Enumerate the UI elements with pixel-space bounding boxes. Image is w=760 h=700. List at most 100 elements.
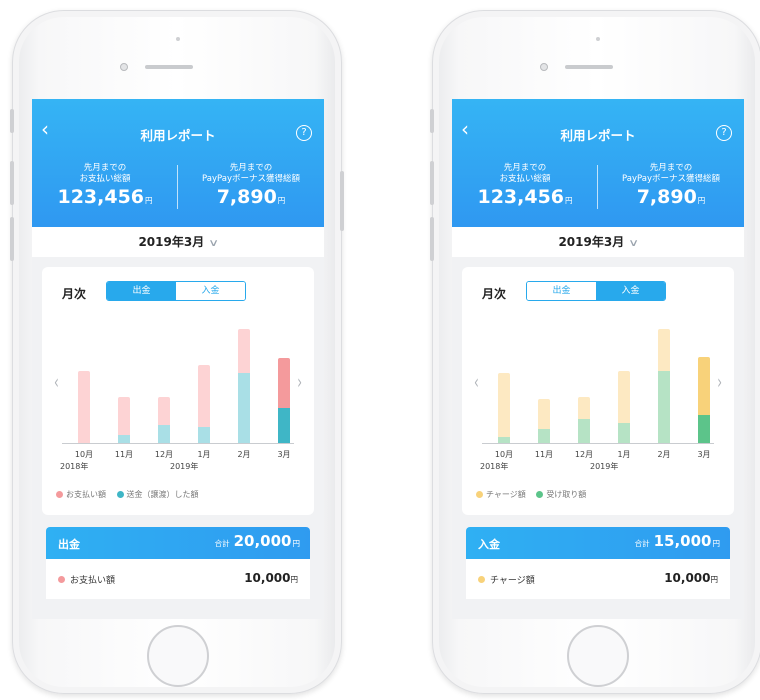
bar-lower-segment	[118, 435, 130, 443]
bar-upper-segment	[658, 329, 670, 371]
bar-upper-segment	[198, 365, 210, 427]
total-payment-value: 123,456円	[57, 186, 153, 208]
period-label: 月次	[62, 287, 87, 301]
earpiece-speaker	[145, 65, 193, 69]
x-tick-label: 2月	[237, 450, 251, 459]
total-payment-label: 先月までの お支払い総額	[499, 163, 551, 184]
bar-upper-segment	[118, 397, 130, 435]
bar-upper-segment	[78, 371, 90, 443]
year-label-2019: 2019年	[170, 462, 199, 471]
mute-switch	[430, 109, 434, 133]
x-tick-label: 3月	[277, 450, 291, 459]
power-button	[340, 171, 344, 231]
x-tick-label: 1月	[197, 450, 211, 459]
front-camera	[540, 63, 548, 71]
tab-deposit[interactable]: 入金	[596, 282, 665, 300]
next-period-arrow-icon[interactable]: ›	[717, 371, 722, 393]
x-tick-label: 12月	[574, 450, 594, 459]
legend-item: チャージ額	[476, 490, 526, 499]
category-amount: 10,000円	[664, 571, 718, 585]
summary-kind: 出金	[58, 538, 80, 551]
month-selector[interactable]: 2019年3月 ∨	[452, 227, 744, 257]
earpiece-speaker	[565, 65, 613, 69]
header-divider	[597, 165, 598, 209]
x-axis	[482, 443, 714, 444]
home-button[interactable]	[147, 625, 209, 687]
volume-up-button	[430, 161, 434, 205]
prev-period-arrow-icon[interactable]: ‹	[54, 371, 59, 393]
help-question-icon[interactable]: ?	[716, 125, 732, 141]
prev-period-arrow-icon[interactable]: ‹	[474, 371, 479, 393]
summary-header: 出金 合計 20,000円	[46, 527, 310, 559]
proximity-sensor	[596, 37, 600, 41]
bar-upper-segment	[578, 397, 590, 419]
total-payment-stat: 先月までの お支払い総額 123,456円	[460, 163, 590, 212]
bar-lower-segment	[538, 429, 550, 443]
front-camera	[120, 63, 128, 71]
tab-withdrawal[interactable]: 出金	[107, 282, 176, 300]
total-bonus-label: 先月までの PayPayボーナス獲得総額	[622, 163, 720, 184]
total-bonus-value: 7,890円	[216, 186, 286, 208]
bar-lower-segment	[158, 425, 170, 443]
x-tick-label: 11月	[534, 450, 554, 459]
volume-up-button	[10, 161, 14, 205]
month-label: 2019年3月	[558, 235, 625, 249]
year-label-2018: 2018年	[60, 462, 89, 471]
page-title: 利用レポート	[140, 128, 216, 143]
report-header: ‹ 利用レポート ? 先月までの お支払い総額 123,456円 先月までの P…	[452, 99, 744, 227]
x-tick-label: 2月	[657, 450, 671, 459]
bar-lower-segment	[578, 419, 590, 443]
bar-lower-segment	[198, 427, 210, 443]
x-axis	[62, 443, 294, 444]
chart-legend: チャージ額 受け取り額	[476, 489, 594, 500]
tab-deposit[interactable]: 入金	[176, 282, 245, 300]
bar-upper-segment	[158, 397, 170, 425]
category-name: チャージ額	[490, 576, 535, 586]
period-label: 月次	[482, 287, 507, 301]
summary-total: 合計 20,000円	[214, 532, 300, 550]
category-amount: 10,000円	[244, 571, 298, 585]
next-period-arrow-icon[interactable]: ›	[297, 371, 302, 393]
total-bonus-stat: 先月までの PayPayボーナス獲得総額 7,890円	[602, 163, 740, 212]
x-tick-label: 1月	[617, 450, 631, 459]
legend-item: 受け取り額	[536, 490, 586, 499]
bar-upper-segment	[618, 371, 630, 423]
chevron-down-icon: ∨	[208, 238, 220, 249]
x-tick-label: 3月	[697, 450, 711, 459]
bar-lower-segment	[658, 371, 670, 443]
app-screen: ‹ 利用レポート ? 先月までの お支払い総額 123,456円 先月までの P…	[32, 99, 324, 619]
help-question-icon[interactable]: ?	[296, 125, 312, 141]
phone-frame-left: ‹ 利用レポート ? 先月までの お支払い総額 123,456円 先月までの P…	[10, 10, 344, 694]
report-header: ‹ 利用レポート ? 先月までの お支払い総額 123,456円 先月までの P…	[32, 99, 324, 227]
tab-withdrawal[interactable]: 出金	[527, 282, 596, 300]
bar-upper-segment	[698, 357, 710, 415]
bar-lower-segment	[498, 437, 510, 443]
total-bonus-stat: 先月までの PayPayボーナス獲得総額 7,890円	[182, 163, 320, 212]
category-dot	[478, 576, 485, 583]
category-dot	[58, 576, 65, 583]
home-button[interactable]	[567, 625, 629, 687]
volume-down-button	[430, 217, 434, 261]
bar-upper-segment	[538, 399, 550, 429]
summary-header: 入金 合計 15,000円	[466, 527, 730, 559]
legend-dot	[56, 491, 63, 498]
bar-lower-segment	[278, 408, 290, 443]
proximity-sensor	[176, 37, 180, 41]
month-label: 2019年3月	[138, 235, 205, 249]
legend-dot	[116, 491, 124, 498]
legend-dot	[536, 491, 544, 498]
legend-item: お支払い額	[56, 490, 106, 499]
header-divider	[177, 165, 178, 209]
year-label-2018: 2018年	[480, 462, 509, 471]
total-payment-label: 先月までの お支払い総額	[79, 163, 131, 184]
volume-down-button	[10, 217, 14, 261]
summary-row[interactable]: チャージ額 10,000円	[466, 559, 730, 599]
summary-row[interactable]: お支払い額 10,000円	[46, 559, 310, 599]
chart-legend: お支払い額 送金（譲渡）した額	[56, 489, 207, 500]
bar-upper-segment	[498, 373, 510, 437]
legend-dot	[476, 491, 483, 498]
x-tick-label: 10月	[494, 450, 514, 459]
month-selector[interactable]: 2019年3月 ∨	[32, 227, 324, 257]
chart-card: 月次 出金 入金 ‹ › 2018年 2019年 チャージ額 受け取り額 10月…	[462, 267, 734, 515]
bar-upper-segment	[238, 329, 250, 373]
